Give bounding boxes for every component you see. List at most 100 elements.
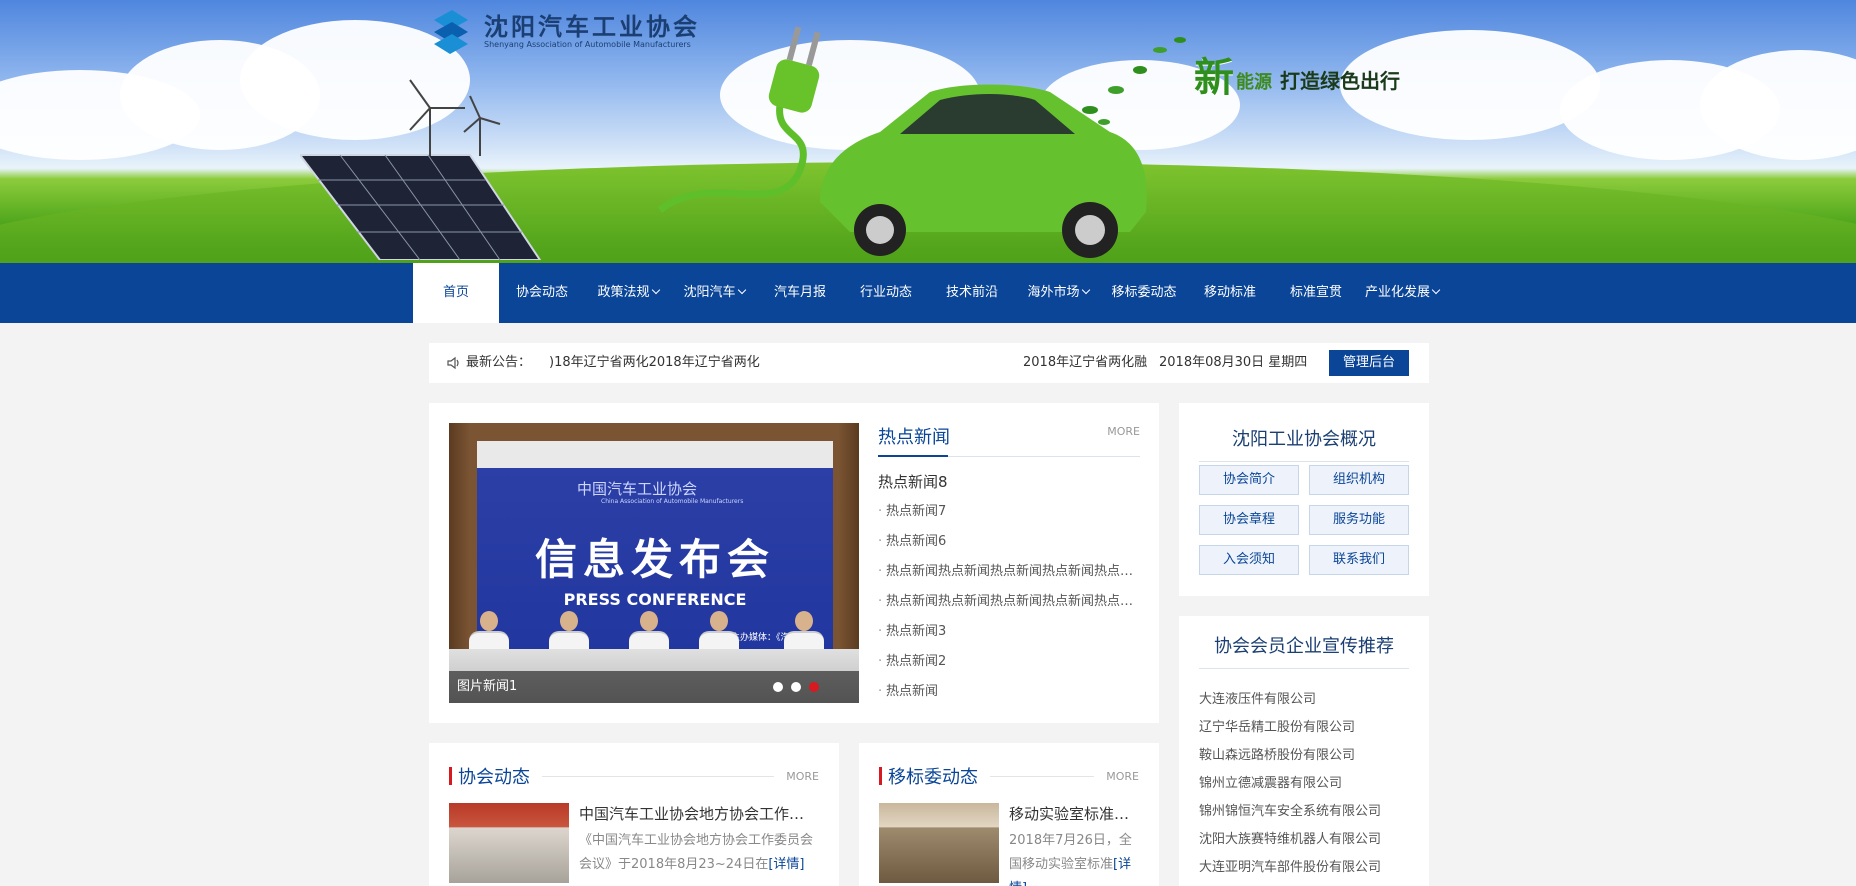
logo-icon — [434, 10, 468, 54]
charter-button[interactable]: 协会章程 — [1199, 505, 1299, 535]
wind-turbine-icon — [409, 79, 501, 156]
slide-caption-bar: 图片新闻1 — [449, 671, 859, 703]
chevron-down-icon — [651, 285, 660, 295]
list-item[interactable]: 热点新闻 — [878, 677, 1140, 707]
hot-news-more-link[interactable]: MORE — [1107, 425, 1140, 438]
list-item[interactable]: 大连亚明汽车部件股份有限公司 — [1199, 854, 1409, 882]
hot-news-header: 热点新闻 MORE — [878, 423, 1140, 457]
assoc-news-thumbnail[interactable] — [449, 803, 569, 883]
nav-label: 标准宣贯 — [1289, 285, 1342, 300]
slide-dot[interactable] — [791, 682, 801, 692]
nav-item-overseas[interactable]: 海外市场 — [1015, 263, 1101, 323]
chevron-down-icon — [1431, 285, 1441, 295]
nav-item-mobile-standard[interactable]: 移动标准 — [1187, 263, 1273, 323]
nav-label: 政策法规 — [597, 285, 650, 300]
backdrop-logo-text: 中国汽车工业协会 — [577, 480, 698, 498]
ybw-news-thumbnail[interactable] — [879, 803, 999, 883]
solar-panel-icon — [300, 154, 542, 260]
notice-marquee-text: )18年辽宁省两化2018年辽宁省两化 — [549, 355, 760, 370]
backdrop-press: PRESS CONFERENCE — [563, 590, 747, 609]
member-list: 大连液压件有限公司 辽宁华岳精工股份有限公司 鞍山森远路桥股份有限公司 锦州立德… — [1199, 676, 1409, 882]
list-item[interactable]: 热点新闻2 — [878, 647, 1140, 677]
nav-label: 产业化发展 — [1364, 285, 1430, 300]
slide-dot-active[interactable] — [809, 682, 819, 692]
hot-news-title: 热点新闻 — [878, 427, 950, 448]
slogan-big: 新 — [1194, 55, 1234, 101]
list-item[interactable]: 大连液压件有限公司 — [1199, 686, 1409, 714]
assoc-news-header: 协会动态 MORE — [449, 763, 819, 789]
backdrop-logo-sub: China Association of Automobile Manufact… — [601, 498, 744, 505]
notice-marquee[interactable]: )18年辽宁省两化2018年辽宁省两化 — [549, 343, 769, 383]
slide-dot[interactable] — [773, 682, 783, 692]
main-panel: 中国汽车工业协会 China Association of Automobile… — [429, 403, 1159, 723]
slide-caption[interactable]: 图片新闻1 — [457, 671, 517, 703]
list-item[interactable]: 鞍山森远路桥股份有限公司 — [1199, 742, 1409, 770]
title-underline — [878, 455, 948, 457]
slide-image: 中国汽车工业协会 China Association of Automobile… — [449, 423, 859, 703]
image-slider[interactable]: 中国汽车工业协会 China Association of Automobile… — [449, 423, 859, 703]
hot-news-top[interactable]: 热点新闻8 — [878, 471, 1140, 493]
nav-item-home[interactable]: 首页 — [413, 263, 499, 323]
nav-item-standard-promo[interactable]: 标准宣贯 — [1273, 263, 1359, 323]
header-divider — [542, 775, 775, 777]
service-button[interactable]: 服务功能 — [1309, 505, 1409, 535]
contact-button[interactable]: 联系我们 — [1309, 545, 1409, 575]
overview-panel: 沈阳工业协会概况 协会简介 组织机构 协会章程 服务功能 入会须知 联系我们 — [1179, 403, 1429, 596]
title-bar — [449, 767, 452, 785]
nav-item-ybw[interactable]: 移标委动态 — [1101, 263, 1187, 323]
list-item[interactable]: 辽宁华岳精工股份有限公司 — [1199, 714, 1409, 742]
leaves-icon — [1082, 37, 1186, 125]
logo-name-en: Shenyang Association of Automobile Manuf… — [484, 40, 691, 49]
slide-screen — [477, 441, 833, 471]
nav-item-shenyang-auto[interactable]: 沈阳汽车 — [671, 263, 757, 323]
detail-link[interactable]: [详情] — [768, 857, 804, 872]
notice-label-text: 最新公告： — [466, 355, 532, 370]
hot-news-list: 热点新闻7 热点新闻6 热点新闻热点新闻热点新闻热点新闻热点新闻 热点新闻热点新… — [878, 497, 1140, 707]
list-item[interactable]: 热点新闻热点新闻热点新闻热点新闻热点新闻 — [878, 557, 1140, 587]
nav-item-policy[interactable]: 政策法规 — [585, 263, 671, 323]
nav-item-monthly[interactable]: 汽车月报 — [757, 263, 843, 323]
organization-button[interactable]: 组织机构 — [1309, 465, 1409, 495]
ybw-news-item-title[interactable]: 移动实验室标准研讨会 — [1009, 803, 1139, 825]
nav-label: 技术前沿 — [945, 285, 998, 300]
slogan-small: 能源 — [1236, 72, 1272, 93]
backdrop-title: 信息发布会 — [534, 535, 775, 584]
nav-item-industry[interactable]: 行业动态 — [843, 263, 929, 323]
nav-item-industrialization[interactable]: 产业化发展 — [1359, 263, 1445, 323]
assoc-news-more-link[interactable]: MORE — [786, 770, 819, 783]
notice-label: 最新公告： — [447, 343, 531, 383]
list-item[interactable]: 锦州锦恒汽车安全系统有限公司 — [1199, 798, 1409, 826]
logo-text: 沈阳汽车工业协会 Shenyang Association of Automob… — [484, 14, 700, 50]
list-item-partial — [1199, 676, 1409, 686]
banner-slogan: 新 能源 打造绿色出行 — [1194, 58, 1400, 98]
main-nav: 首页 协会动态 政策法规 沈阳汽车 汽车月报 行业动态 技术前沿 海外市场 移标… — [0, 263, 1856, 323]
chevron-down-icon — [737, 285, 746, 295]
chevron-down-icon — [1081, 285, 1090, 295]
nav-item-tech[interactable]: 技术前沿 — [929, 263, 1015, 323]
list-item[interactable]: 热点新闻6 — [878, 527, 1140, 557]
title-bar — [879, 767, 882, 785]
header-banner: 沈阳汽车工业协会 Shenyang Association of Automob… — [0, 0, 1856, 263]
assoc-news-item-title[interactable]: 中国汽车工业协会地方协会工作委员会会议 — [579, 803, 819, 825]
nav-item-assoc-news[interactable]: 协会动态 — [499, 263, 585, 323]
list-item[interactable]: 热点新闻3 — [878, 617, 1140, 647]
notice-marquee-right[interactable]: 2018年辽宁省两化融 — [1023, 343, 1153, 383]
list-item[interactable]: 热点新闻7 — [878, 497, 1140, 527]
assoc-news-panel: 协会动态 MORE 中国汽车工业协会地方协会工作委员会会议 《中国汽车工业协会地… — [429, 743, 839, 886]
nav-label: 行业动态 — [859, 285, 912, 300]
intro-button[interactable]: 协会简介 — [1199, 465, 1299, 495]
admin-button[interactable]: 管理后台 — [1329, 350, 1409, 376]
hot-news: 热点新闻 MORE 热点新闻8 热点新闻7 热点新闻6 热点新闻热点新闻热点新闻… — [878, 423, 1140, 707]
slide-dots — [773, 682, 819, 692]
overview-buttons: 协会简介 组织机构 协会章程 服务功能 入会须知 联系我们 — [1199, 465, 1409, 575]
ybw-news-more-link[interactable]: MORE — [1106, 770, 1139, 783]
assoc-news-title: 协会动态 — [458, 767, 530, 788]
site-logo[interactable]: 沈阳汽车工业协会 Shenyang Association of Automob… — [428, 8, 728, 56]
list-item[interactable]: 热点新闻热点新闻热点新闻热点新闻热点新闻 — [878, 587, 1140, 617]
speaker-icon — [447, 356, 459, 370]
join-button[interactable]: 入会须知 — [1199, 545, 1299, 575]
list-item[interactable]: 沈阳大族赛特维机器人有限公司 — [1199, 826, 1409, 854]
ybw-news-item-desc: 2018年7月26日，全国移动实验室标准[详情] — [1009, 829, 1139, 886]
list-item[interactable]: 锦州立德减震器有限公司 — [1199, 770, 1409, 798]
nav-label: 沈阳汽车 — [683, 285, 736, 300]
